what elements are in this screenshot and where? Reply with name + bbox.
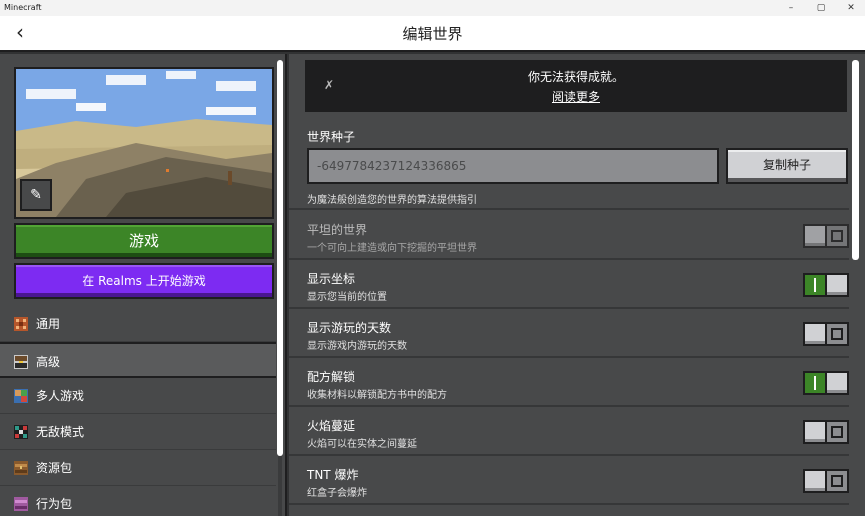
setting-description: 火焰可以在实体之间蔓延 — [307, 439, 417, 450]
nav-label: 行为包 — [36, 497, 73, 511]
header: ‹ 编辑世界 — [0, 16, 865, 52]
setting-toggle[interactable] — [803, 371, 849, 395]
setting-title: 显示游玩的天数 — [307, 321, 392, 335]
setting-row: 显示坐标显示您当前的位置 — [289, 261, 849, 309]
world-preview-image — [14, 67, 274, 219]
toggle-knob — [803, 224, 827, 248]
realms-play-button[interactable]: 在 Realms 上开始游戏 — [14, 263, 274, 299]
seed-input[interactable]: -6497784237124336865 — [307, 148, 719, 184]
left-panel: ✎ 游戏 在 Realms 上开始游戏 通用 高级 多人游戏 无敌模式 资源包 … — [0, 54, 287, 516]
nav-label: 无敌模式 — [36, 425, 85, 439]
nav-item-general[interactable]: 通用 — [0, 306, 276, 342]
minimize-button[interactable]: – — [776, 0, 806, 16]
toggle-off-icon — [831, 328, 843, 340]
nav-item-resource-packs[interactable]: 资源包 — [0, 450, 276, 486]
setting-description: 显示游戏内游玩的天数 — [307, 341, 407, 352]
read-more-link[interactable]: 阅读更多 — [305, 88, 847, 105]
world-landscape-picture — [16, 69, 272, 217]
advanced-icon — [14, 355, 28, 369]
nav-label: 通用 — [36, 317, 61, 331]
close-button[interactable]: ✕ — [836, 0, 865, 16]
world-seed-section: 世界种子 -6497784237124336865 复制种子 为魔法般创造您的世… — [289, 118, 849, 210]
toggle-on-icon — [814, 278, 816, 292]
play-button[interactable]: 游戏 — [14, 223, 274, 259]
seed-hint: 为魔法般创造您的世界的算法提供指引 — [307, 195, 477, 206]
toggle-knob — [825, 371, 849, 395]
setting-row: TNT 爆炸 红盒子会爆炸 — [289, 457, 849, 505]
setting-title: TNT 爆炸 — [307, 468, 359, 482]
resource-pack-icon — [14, 461, 28, 475]
toggle-off-icon — [831, 426, 843, 438]
nav-label: 多人游戏 — [36, 389, 85, 403]
setting-title: 配方解锁 — [307, 370, 356, 384]
toggle-knob — [803, 420, 827, 444]
achievement-banner: ✗ 你无法获得成就。 阅读更多 — [305, 60, 847, 112]
nav-item-advanced[interactable]: 高级 — [0, 342, 276, 378]
setting-row: 显示游玩的天数显示游戏内游玩的天数 — [289, 310, 849, 358]
setting-description: 显示您当前的位置 — [307, 292, 387, 303]
toggle-knob — [825, 273, 849, 297]
nav-item-behavior-packs[interactable]: 行为包 — [0, 486, 276, 516]
toggle-knob — [803, 322, 827, 346]
toggle-knob — [803, 469, 827, 493]
nav-item-multiplayer[interactable]: 多人游戏 — [0, 378, 276, 414]
cheats-icon — [14, 425, 28, 439]
setting-row: 配方解锁收集材料以解锁配方书中的配方 — [289, 359, 849, 407]
app-name: Minecraft — [4, 3, 42, 12]
setting-toggle[interactable] — [803, 469, 849, 493]
setting-toggle[interactable] — [803, 224, 849, 248]
left-scrollbar-thumb[interactable] — [277, 60, 283, 456]
setting-title: 火焰蔓延 — [307, 419, 356, 433]
setting-title: 显示坐标 — [307, 272, 356, 286]
multiplayer-icon — [14, 389, 28, 403]
setting-row: 火焰蔓延火焰可以在实体之间蔓延 — [289, 408, 849, 456]
setting-toggle[interactable] — [803, 420, 849, 444]
title-bar: Minecraft — [0, 0, 865, 16]
toggle-on-icon — [814, 376, 816, 390]
nav-label: 高级 — [36, 355, 61, 369]
toggle-off-icon — [831, 230, 843, 242]
left-scrollbar-track[interactable] — [278, 456, 282, 516]
achievement-text: 你无法获得成就。 — [527, 70, 624, 84]
nav-label: 资源包 — [36, 461, 73, 475]
setting-toggle[interactable] — [803, 322, 849, 346]
behavior-pack-icon — [14, 497, 28, 511]
settings-panel: ✗ 你无法获得成就。 阅读更多 世界种子 -649778423712433686… — [289, 54, 865, 516]
settings-nav: 通用 高级 多人游戏 无敌模式 资源包 行为包 — [0, 306, 276, 516]
page-title: 编辑世界 — [402, 25, 463, 43]
copy-seed-button[interactable]: 复制种子 — [726, 148, 848, 184]
setting-description: 红盒子会爆炸 — [307, 488, 367, 499]
right-scrollbar-thumb[interactable] — [852, 60, 859, 260]
maximize-button[interactable]: ▢ — [806, 0, 836, 16]
setting-description: 收集材料以解锁配方书中的配方 — [307, 390, 447, 401]
nav-item-cheats[interactable]: 无敌模式 — [0, 414, 276, 450]
setting-title: 平坦的世界 — [307, 223, 368, 237]
toggle-off-icon — [831, 475, 843, 487]
setting-toggle[interactable] — [803, 273, 849, 297]
setting-row: 平坦的世界一个可向上建造或向下挖掘的平坦世界 — [289, 212, 849, 260]
edit-image-icon[interactable]: ✎ — [20, 179, 52, 211]
setting-description: 一个可向上建造或向下挖掘的平坦世界 — [307, 243, 477, 254]
seed-title: 世界种子 — [307, 130, 356, 144]
general-icon — [14, 317, 28, 331]
